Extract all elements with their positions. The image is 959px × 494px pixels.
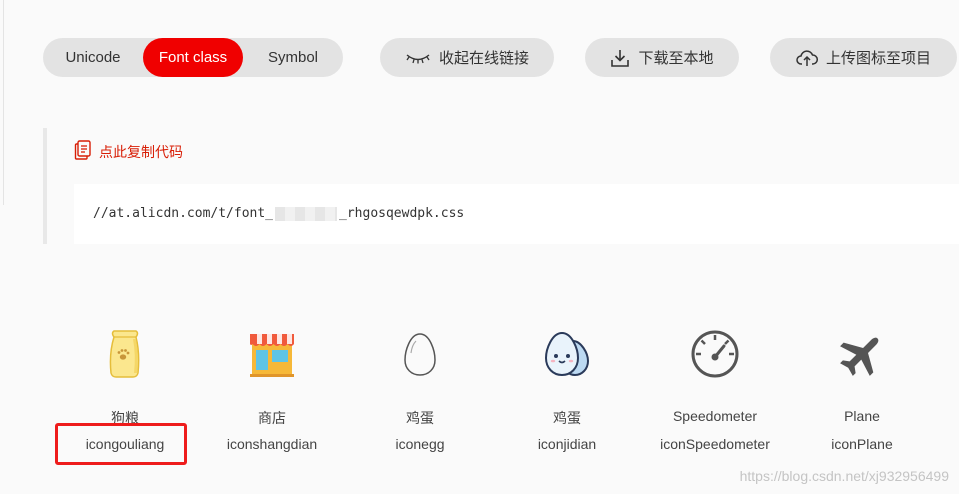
watermark-text: https://blog.csdn.net/xj932956499 bbox=[739, 468, 949, 484]
icon-name: 鸡蛋 bbox=[553, 410, 581, 426]
icon-item-shangdian[interactable]: 商店 iconshangdian bbox=[202, 318, 342, 458]
tab-symbol[interactable]: Symbol bbox=[243, 38, 343, 77]
dog-food-icon bbox=[100, 324, 150, 384]
download-local-label: 下载至本地 bbox=[638, 50, 714, 67]
collapse-online-link-label: 收起在线链接 bbox=[438, 50, 529, 67]
icon-class-code: iconPlane bbox=[831, 436, 893, 452]
speedometer-icon bbox=[690, 324, 740, 384]
upload-to-project-button[interactable]: 上传图标至项目 bbox=[770, 38, 957, 77]
code-panel: 点此复制代码 //at.alicdn.com/t/font_ _rhgosqew… bbox=[43, 128, 959, 244]
collapse-online-link-button[interactable]: 收起在线链接 bbox=[380, 38, 554, 77]
download-icon bbox=[610, 48, 630, 68]
icon-class-code: iconegg bbox=[395, 436, 445, 452]
icon-class-code: iconSpeedometer bbox=[660, 436, 770, 452]
egg-icon bbox=[395, 324, 445, 384]
mode-tabs: Unicode Font class Symbol bbox=[43, 38, 343, 77]
icon-item-jidian[interactable]: 鸡蛋 iconjidian bbox=[497, 318, 637, 458]
cloud-upload-icon bbox=[796, 49, 818, 67]
icon-class-code: iconshangdian bbox=[226, 436, 318, 452]
copy-code-label: 点此复制代码 bbox=[99, 143, 183, 160]
code-block[interactable]: //at.alicdn.com/t/font_ _rhgosqewdpk.css bbox=[74, 184, 959, 244]
icon-class-code: iconjidian bbox=[537, 436, 597, 452]
left-divider bbox=[3, 0, 4, 205]
closed-eye-icon bbox=[405, 52, 431, 64]
tab-unicode[interactable]: Unicode bbox=[43, 38, 143, 77]
tab-font-class[interactable]: Font class bbox=[143, 38, 243, 77]
icon-name: Speedometer bbox=[672, 408, 758, 424]
egg-face-icon bbox=[542, 324, 592, 384]
css-link-url: //at.alicdn.com/t/font_ _rhgosqewdpk.css bbox=[93, 206, 464, 221]
icon-item-egg[interactable]: 鸡蛋 iconegg bbox=[350, 318, 490, 458]
redacted-segment bbox=[275, 206, 338, 221]
upload-to-project-label: 上传图标至项目 bbox=[825, 50, 931, 67]
css-url-prefix: //at.alicdn.com/t/font_ bbox=[93, 206, 274, 221]
icon-item-speedometer[interactable]: Speedometer iconSpeedometer bbox=[645, 318, 785, 458]
copy-code-link[interactable]: 点此复制代码 bbox=[74, 140, 183, 163]
download-local-button[interactable]: 下载至本地 bbox=[585, 38, 739, 77]
icon-name: 鸡蛋 bbox=[406, 410, 434, 426]
icon-name: Plane bbox=[844, 408, 880, 424]
icon-item-plane[interactable]: Plane iconPlane bbox=[792, 318, 932, 458]
icon-name: 商店 bbox=[258, 410, 286, 426]
copy-icon bbox=[74, 140, 92, 163]
selection-highlight-box bbox=[55, 423, 187, 465]
css-url-suffix: _rhgosqewdpk.css bbox=[339, 206, 465, 221]
shop-icon bbox=[247, 324, 297, 384]
plane-icon bbox=[837, 324, 887, 384]
